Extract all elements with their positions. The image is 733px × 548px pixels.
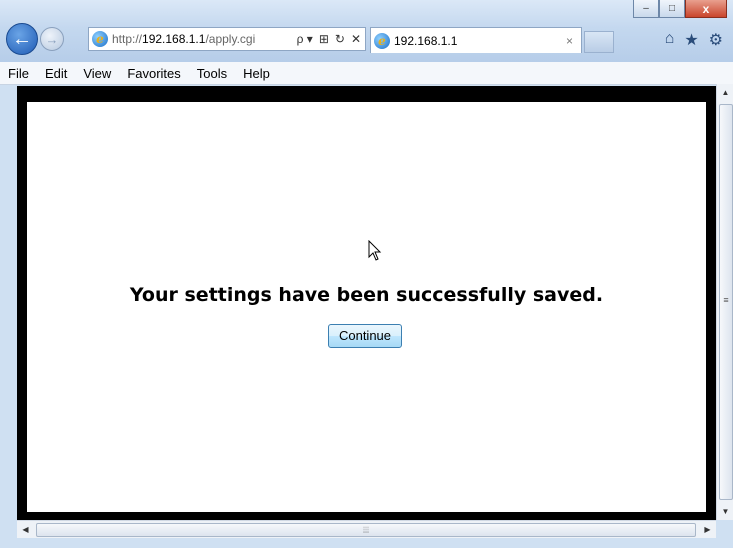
menu-edit[interactable]: Edit [37,66,75,81]
scroll-down-arrow-icon[interactable]: ▼ [717,503,733,520]
menu-tools[interactable]: Tools [189,66,235,81]
maximize-button[interactable]: □ [659,0,685,18]
vertical-scrollbar[interactable]: ▲ ≡ ▼ [716,84,733,520]
favorites-icon[interactable]: ★ [684,30,698,50]
url-host: 192.168.1.1 [142,32,206,46]
stop-icon[interactable]: ✕ [351,32,361,46]
continue-button[interactable]: Continue [328,324,402,348]
menu-help[interactable]: Help [235,66,278,81]
scroll-grip: ⦙⦙⦙ [362,525,370,535]
tab-title: 192.168.1.1 [394,33,458,48]
horizontal-scroll-thumb[interactable]: ⦙⦙⦙ [36,523,696,537]
back-button[interactable]: ← [6,23,38,55]
browser-tab[interactable]: e 192.168.1.1 × [370,27,582,53]
url-path: /apply.cgi [205,32,256,46]
mouse-cursor-icon [368,240,382,261]
search-icon[interactable]: ρ ▾ [297,32,313,46]
scroll-left-arrow-icon[interactable]: ◀ [17,521,34,539]
browser-toolbar: – □ x ← → e http:// 192.168.1.1 /apply.c… [0,0,733,62]
scroll-right-arrow-icon[interactable]: ▶ [699,521,716,539]
settings-gear-icon[interactable]: ⚙ [709,30,723,50]
forward-button[interactable]: → [40,27,64,51]
success-message: Your settings have been successfully sav… [129,284,604,306]
horizontal-scrollbar[interactable]: ◀ ⦙⦙⦙ ▶ [17,520,716,539]
home-icon[interactable]: ⌂ [665,30,675,50]
menu-favorites[interactable]: Favorites [119,66,188,81]
vertical-scroll-thumb[interactable]: ≡ [719,104,733,500]
back-arrow-icon: ← [12,27,32,50]
scroll-grip: ≡ [723,295,729,305]
tab-close-icon[interactable]: × [566,34,581,48]
compatibility-icon[interactable]: ⊞ [319,32,329,46]
page-body: Your settings have been successfully sav… [27,102,706,512]
address-tools: ρ ▾ ⊞ ↻ ✕ [297,32,365,46]
forward-arrow-icon: → [45,31,59,47]
menu-file[interactable]: File [0,66,37,81]
window-controls: – □ x [633,0,727,18]
ie-icon: e [374,32,390,49]
scroll-up-arrow-icon[interactable]: ▲ [717,84,733,101]
menu-bar: File Edit View Favorites Tools Help [0,62,733,85]
address-bar[interactable]: e http:// 192.168.1.1 /apply.cgi ρ ▾ ⊞ ↻… [88,27,366,51]
url-prefix: http:// [112,32,143,46]
content-frame: Your settings have been successfully sav… [17,86,716,520]
minimize-button[interactable]: – [633,0,659,18]
ie-icon: e [92,31,108,47]
new-tab-button[interactable] [584,31,614,53]
browser-right-icons: ⌂ ★ ⚙ [665,30,723,50]
menu-view[interactable]: View [75,66,119,81]
close-button[interactable]: x [685,0,727,18]
bottom-edge [0,538,733,548]
refresh-icon[interactable]: ↻ [335,32,345,46]
